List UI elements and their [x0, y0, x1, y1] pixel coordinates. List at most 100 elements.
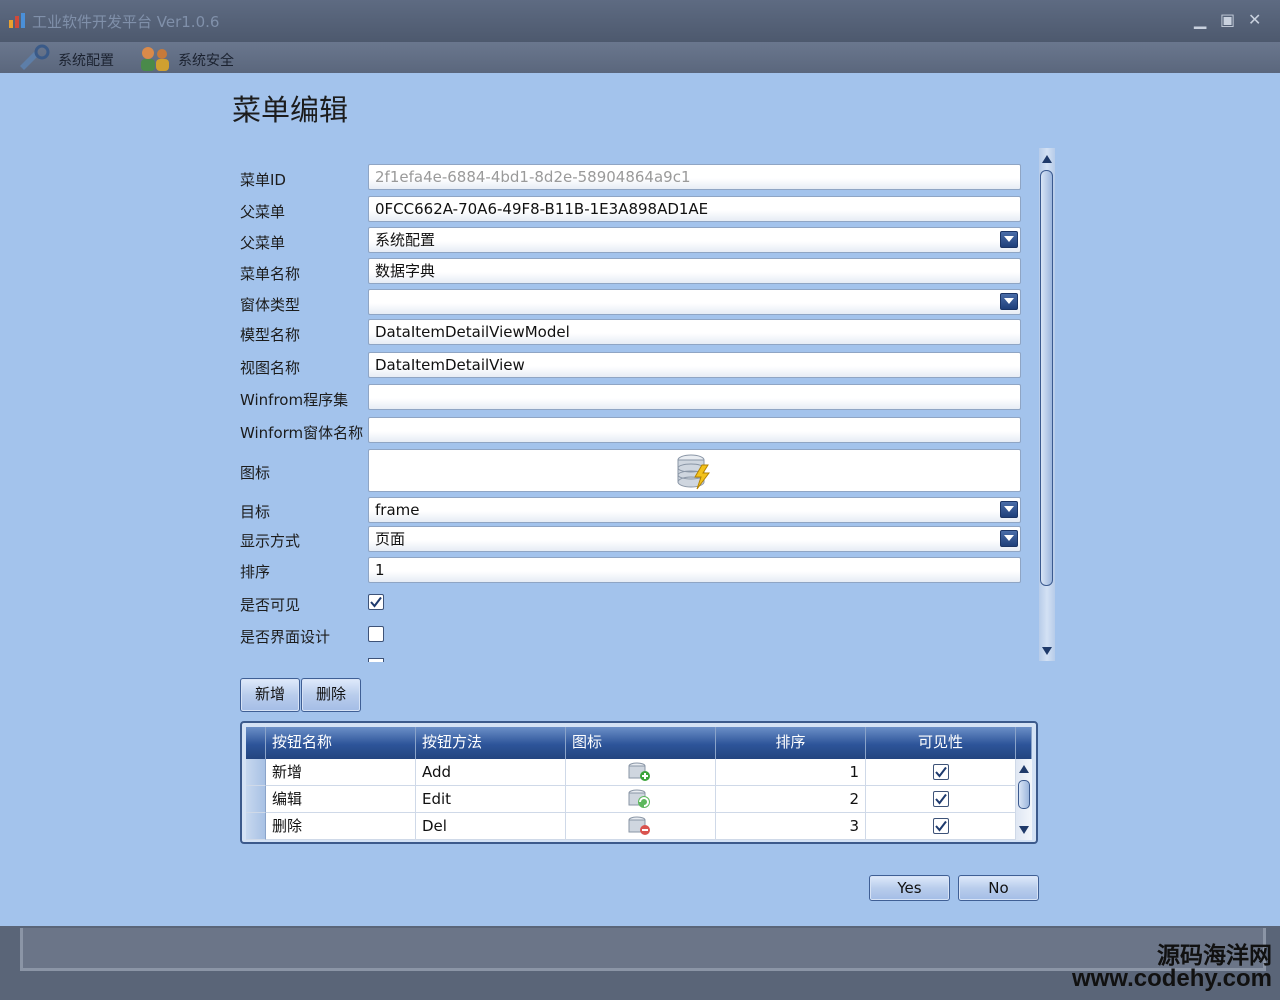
label-view-name: 视图名称 — [240, 359, 301, 377]
app-logo-icon — [9, 13, 25, 28]
menu-edit-dialog: 菜单编辑 菜单ID 2f1efa4e-6884-4bd1-8d2e-589048… — [0, 73, 1280, 926]
menu-name-field[interactable]: 数据字典 — [368, 258, 1021, 284]
parent-menu-value: 系统配置 — [375, 231, 436, 249]
close-icon[interactable]: ✕ — [1248, 10, 1261, 29]
toolbar-system-config[interactable]: 系统配置 — [58, 50, 114, 70]
table-cell[interactable] — [866, 759, 1016, 786]
table-cell[interactable]: Del — [416, 813, 566, 840]
ui-design-checkbox[interactable] — [368, 626, 384, 642]
system-config-icon[interactable] — [16, 44, 54, 72]
app-title: 工业软件开发平台 Ver1.0.6 — [32, 13, 220, 31]
column-header[interactable]: 排序 — [716, 727, 866, 759]
table-cell[interactable]: 删除 — [266, 813, 416, 840]
label-icon: 图标 — [240, 464, 271, 482]
table-cell[interactable] — [866, 813, 1016, 840]
scroll-down-icon[interactable] — [1019, 826, 1029, 834]
clipped-row: ——— — [240, 658, 390, 662]
yes-button[interactable]: Yes — [869, 875, 950, 901]
label-window-type: 窗体类型 — [240, 296, 301, 314]
label-winform-window: Winform窗体名称 — [240, 424, 364, 442]
parent-id-field[interactable]: 0FCC662A-70A6-49F8-B11B-1E3A898AD1AE — [368, 196, 1021, 222]
system-security-icon[interactable] — [136, 44, 174, 72]
icon-picker[interactable] — [368, 449, 1021, 492]
label-menu-name: 菜单名称 — [240, 265, 301, 283]
grid-header-filler — [1016, 727, 1032, 759]
table-cell[interactable]: Add — [416, 759, 566, 786]
database-lightning-icon — [677, 454, 710, 490]
checkmark-icon — [935, 820, 947, 832]
scroll-down-icon[interactable] — [1042, 647, 1052, 655]
view-name-field[interactable]: DataItemDetailView — [368, 352, 1021, 378]
visible-checkbox[interactable] — [933, 791, 949, 807]
chevron-down-icon[interactable] — [1000, 293, 1018, 310]
label-parent-id: 父菜单 — [240, 203, 286, 221]
watermark-line-1: 源码海洋网 — [1157, 942, 1272, 968]
label-target: 目标 — [240, 503, 271, 521]
table-cell[interactable]: 3 — [716, 813, 866, 840]
db-delete-icon — [628, 816, 650, 835]
toolbar-system-security[interactable]: 系统安全 — [178, 50, 234, 70]
sort-field[interactable]: 1 — [368, 557, 1021, 583]
winform-window-field[interactable] — [368, 417, 1021, 443]
db-refresh-icon — [628, 789, 650, 808]
visible-checkbox[interactable] — [933, 818, 949, 834]
chevron-down-icon[interactable] — [1000, 501, 1018, 518]
model-name-field[interactable]: DataItemDetailViewModel — [368, 319, 1021, 345]
table-cell[interactable] — [566, 813, 716, 840]
add-button[interactable]: 新增 — [240, 678, 300, 712]
maximize-icon[interactable]: ▣ — [1220, 10, 1235, 29]
display-mode-value: 页面 — [375, 530, 406, 548]
checkmark-icon — [935, 793, 947, 805]
target-select[interactable]: frame — [368, 497, 1021, 523]
column-header[interactable]: 图标 — [566, 727, 716, 759]
watermark-line-2: www.codehy.com — [1071, 965, 1272, 993]
dialog-title: 菜单编辑 — [232, 93, 349, 127]
grid-scrollbar[interactable] — [1016, 759, 1032, 840]
window-type-select[interactable] — [368, 289, 1021, 315]
app-titlebar: 工业软件开发平台 Ver1.0.6 ▁ ▣ ✕ — [0, 0, 1280, 42]
table-cell[interactable]: 新增 — [266, 759, 416, 786]
no-button[interactable]: No — [958, 875, 1039, 901]
label-sort: 排序 — [240, 563, 271, 581]
label-winform-assembly: Winfrom程序集 — [240, 391, 349, 409]
label-display-mode: 显示方式 — [240, 532, 301, 550]
row-header[interactable] — [246, 786, 266, 813]
target-value: frame — [375, 501, 420, 519]
row-header[interactable] — [246, 813, 266, 840]
form-scrollbar[interactable] — [1039, 148, 1055, 661]
delete-button[interactable]: 删除 — [301, 678, 361, 712]
visible-checkbox[interactable] — [368, 594, 384, 610]
row-header[interactable] — [246, 759, 266, 786]
checkmark-icon — [935, 766, 947, 778]
column-header[interactable]: 按钮名称 — [266, 727, 416, 759]
parent-menu-select[interactable]: 系统配置 — [368, 227, 1021, 253]
chevron-down-icon[interactable] — [1000, 231, 1018, 248]
table-cell[interactable] — [866, 786, 1016, 813]
scroll-up-icon[interactable] — [1019, 765, 1029, 773]
label-parent-menu: 父菜单 — [240, 234, 286, 252]
column-header[interactable]: 按钮方法 — [416, 727, 566, 759]
checkmark-icon — [370, 596, 382, 608]
menu-id-field[interactable]: 2f1efa4e-6884-4bd1-8d2e-58904864a9c1 — [368, 164, 1021, 190]
column-header[interactable]: 可见性 — [866, 727, 1016, 759]
scroll-up-icon[interactable] — [1042, 155, 1052, 163]
label-model-name: 模型名称 — [240, 326, 301, 344]
table-cell[interactable] — [566, 759, 716, 786]
chevron-down-icon[interactable] — [1000, 530, 1018, 547]
form-scroll-thumb[interactable] — [1040, 170, 1053, 586]
visible-checkbox[interactable] — [933, 764, 949, 780]
grid-scroll-thumb[interactable] — [1018, 780, 1030, 809]
table-cell[interactable]: 1 — [716, 759, 866, 786]
buttons-grid: 按钮名称 按钮方法 图标 排序 可见性 新增 Add 1 编辑 Edit 2 删… — [240, 721, 1038, 844]
label-visible: 是否可见 — [240, 596, 301, 614]
db-add-icon — [628, 762, 650, 781]
table-cell[interactable] — [566, 786, 716, 813]
table-cell[interactable]: Edit — [416, 786, 566, 813]
winform-assembly-field[interactable] — [368, 384, 1021, 410]
table-cell[interactable]: 编辑 — [266, 786, 416, 813]
display-mode-select[interactable]: 页面 — [368, 526, 1021, 552]
table-cell[interactable]: 2 — [716, 786, 866, 813]
label-menu-id: 菜单ID — [240, 171, 286, 189]
grid-corner — [246, 727, 266, 759]
minimize-icon[interactable]: ▁ — [1194, 10, 1206, 29]
